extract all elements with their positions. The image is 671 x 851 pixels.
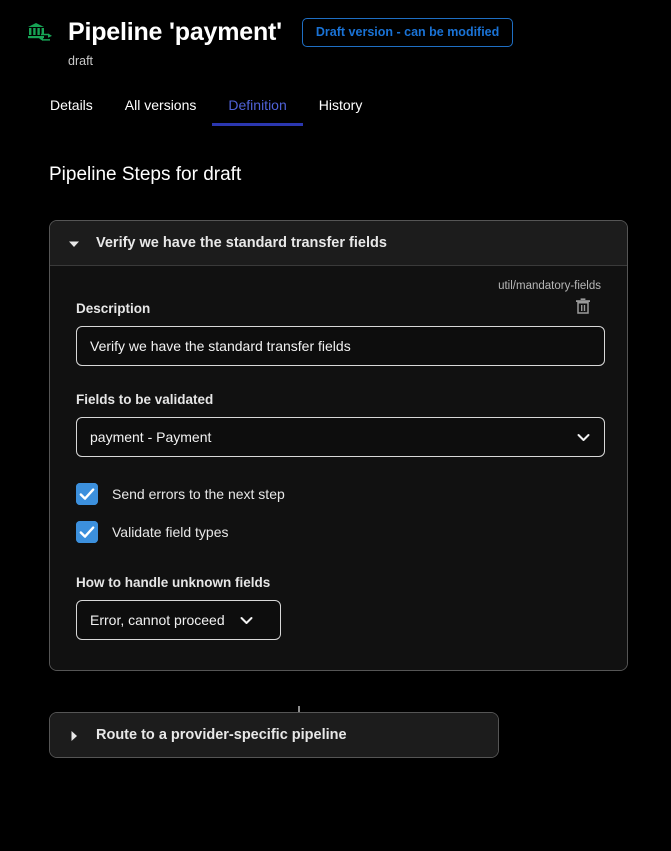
fields-to-validate-select[interactable]: payment - Payment	[76, 417, 605, 457]
page-subtitle: draft	[68, 54, 94, 68]
pipeline-step-card: Verify we have the standard transfer fie…	[49, 220, 628, 671]
status-badge: Draft version - can be modified	[301, 18, 514, 47]
step-type-label: util/mandatory-fields	[498, 280, 601, 292]
tab-all-versions[interactable]: All versions	[109, 93, 213, 126]
send-errors-checkbox-label: Send errors to the next step	[112, 486, 285, 502]
step-title: Verify we have the standard transfer fie…	[96, 235, 387, 251]
validate-field-types-checkbox-row[interactable]: Validate field types	[76, 521, 601, 543]
fields-to-validate-value: payment - Payment	[90, 429, 212, 445]
caret-right-icon	[68, 729, 80, 741]
pipeline-steps-list: Verify we have the standard transfer fie…	[49, 220, 651, 758]
unknown-fields-select-wrap: Error, cannot proceed	[76, 600, 281, 640]
trash-icon[interactable]	[574, 297, 592, 315]
checkbox-checked-icon[interactable]	[76, 483, 98, 505]
bank-transfer-icon	[26, 21, 52, 47]
description-input[interactable]	[76, 326, 605, 366]
pipeline-step-card: Route to a provider-specific pipeline	[49, 712, 499, 758]
tabs: Details All versions Definition History	[0, 93, 671, 126]
fields-to-validate-select-wrap: payment - Payment	[76, 417, 605, 457]
unknown-fields-select[interactable]: Error, cannot proceed	[76, 600, 281, 640]
step-header-toggle[interactable]: Route to a provider-specific pipeline	[50, 713, 498, 757]
caret-down-icon	[68, 237, 80, 249]
step-body: util/mandatory-fields Description Verify…	[50, 266, 627, 670]
tab-history[interactable]: History	[303, 93, 379, 126]
tab-definition[interactable]: Definition	[212, 93, 303, 126]
main-content: Pipeline Steps for draft Verify we have …	[0, 164, 671, 758]
page-header: Pipeline 'payment' Draft version - can b…	[0, 0, 671, 68]
tab-details[interactable]: Details	[34, 93, 109, 126]
page-section-title: Pipeline Steps for draft	[49, 164, 242, 185]
unknown-fields-value: Error, cannot proceed	[90, 612, 225, 628]
tab-bar: Details All versions Definition History	[0, 93, 671, 126]
send-errors-checkbox-row[interactable]: Send errors to the next step	[76, 483, 601, 505]
validate-field-types-checkbox-label: Validate field types	[112, 524, 229, 540]
page-title: Pipeline 'payment'	[68, 18, 282, 46]
description-label: Description	[76, 301, 151, 316]
step-header-toggle[interactable]: Verify we have the standard transfer fie…	[50, 221, 627, 266]
fields-to-validate-label: Fields to be validated	[76, 392, 214, 407]
chevron-down-icon	[576, 430, 591, 445]
checkbox-checked-icon[interactable]	[76, 521, 98, 543]
chevron-down-icon	[239, 613, 254, 628]
step-title: Route to a provider-specific pipeline	[96, 727, 347, 743]
title-row: Pipeline 'payment' Draft version - can b…	[0, 18, 671, 47]
unknown-fields-label: How to handle unknown fields	[76, 575, 271, 590]
